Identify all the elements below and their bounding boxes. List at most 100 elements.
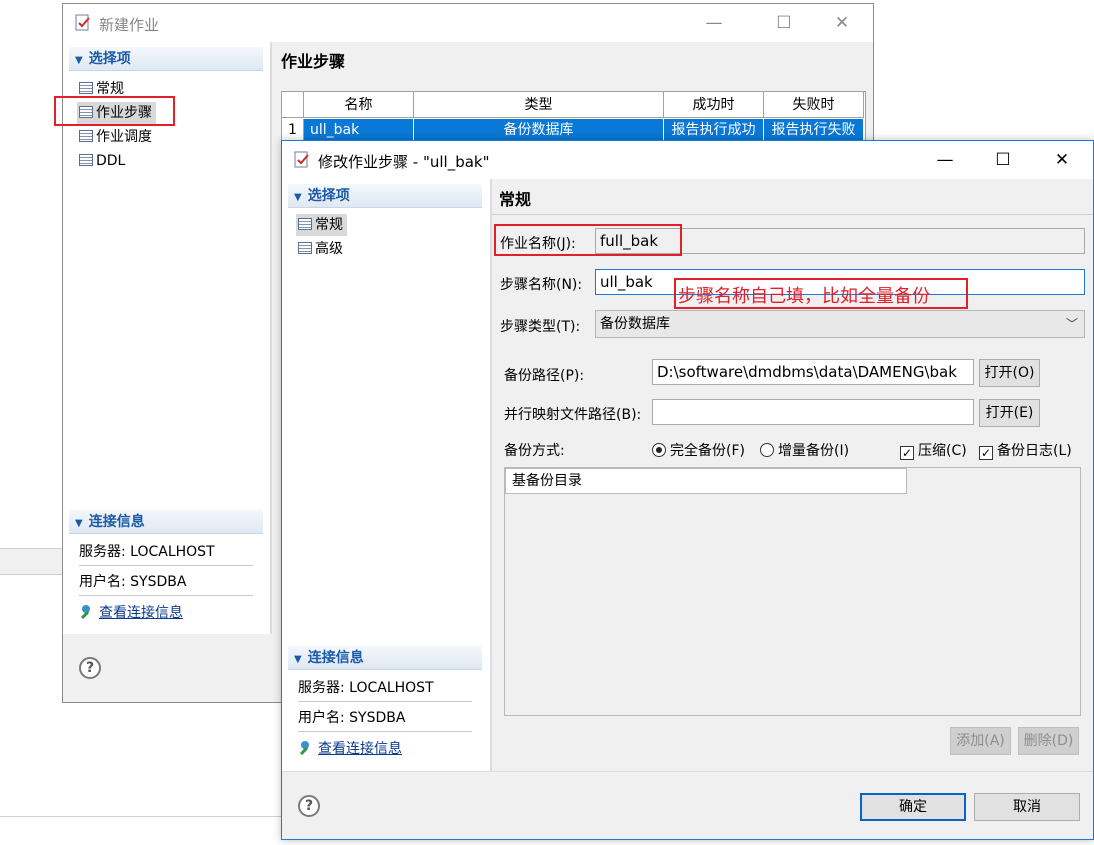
- select-value: 备份数据库: [600, 316, 670, 332]
- annotation-box: 步骤名称自己填，比如全量备份: [674, 278, 968, 309]
- section-label: 选择项: [307, 188, 350, 204]
- highlight-box: [54, 96, 175, 126]
- left-panel: ▼ 选择项 常规 高级 ▼ 连接信息 服务器: LOCALHOST 用户名: SYS…: [282, 179, 490, 771]
- table-cell-fail[interactable]: 报告执行失败: [764, 119, 864, 141]
- radio-label: 增量备份(I): [778, 443, 850, 459]
- checkbox-label: 备份日志(L): [997, 443, 1072, 459]
- panel-splitter[interactable]: [270, 42, 272, 634]
- highlight-box: [494, 224, 682, 256]
- options-section-header[interactable]: ▼ 选择项: [288, 184, 482, 208]
- background-strip: [0, 548, 64, 574]
- connection-icon: [299, 741, 309, 755]
- table-cell-name[interactable]: ull_bak: [304, 119, 414, 141]
- column-header-name[interactable]: 名称: [304, 92, 414, 118]
- page-icon: [79, 82, 93, 94]
- page-icon: [298, 218, 312, 230]
- view-connection-link[interactable]: 查看连接信息: [298, 738, 402, 758]
- cancel-button[interactable]: 取消: [974, 793, 1080, 821]
- nav-label: DDL: [96, 153, 126, 169]
- collapse-arrow-icon: ▼: [294, 654, 302, 665]
- connection-section-header[interactable]: ▼ 连接信息: [69, 510, 263, 534]
- step-type-select[interactable]: 备份数据库 ﹀: [595, 310, 1085, 338]
- open-backup-path-button[interactable]: 打开(O): [979, 359, 1040, 387]
- radio-icon: [760, 443, 774, 457]
- left-panel: ▼ 选择项 常规 作业步骤 作业调度 DDL ▼ 连接信息 服务器: LOCALHO…: [63, 42, 270, 634]
- background-strip: [0, 574, 64, 598]
- maximize-button[interactable]: ☐: [761, 4, 807, 42]
- backup-path-field[interactable]: D:\software\dmdbms\data\DAMENG\bak: [652, 359, 974, 385]
- radio-selected-icon: [652, 443, 666, 457]
- map-path-field[interactable]: [652, 399, 974, 425]
- link-label: 查看连接信息: [99, 605, 183, 621]
- link-label: 查看连接信息: [318, 741, 402, 757]
- close-button[interactable]: ✕: [819, 4, 865, 42]
- nav-label: 常规: [96, 81, 124, 97]
- user-info: 用户名: SYSDBA: [79, 568, 253, 596]
- edit-job-step-dialog: 修改作业步骤 - "ull_bak" — ☐ ✕ ▼ 选择项 常规 高级 ▼ 连接信…: [281, 140, 1094, 840]
- nav-item-ddl[interactable]: DDL: [77, 150, 125, 172]
- full-backup-radio[interactable]: 完全备份(F): [652, 440, 745, 460]
- page-icon: [79, 130, 93, 142]
- help-icon[interactable]: ?: [79, 657, 101, 679]
- background-divider: [0, 816, 282, 817]
- minimize-button[interactable]: —: [691, 4, 737, 42]
- title-bar: 新建作业 — ☐ ✕: [63, 4, 873, 42]
- checkbox-label: 压缩(C): [918, 443, 967, 459]
- radio-label: 完全备份(F): [670, 443, 745, 459]
- column-header-base-dir[interactable]: 基备份目录: [505, 468, 907, 494]
- step-name-label: 步骤名称(N):: [500, 277, 583, 293]
- table-cell-type[interactable]: 备份数据库: [414, 119, 664, 141]
- steps-grid: 名称 类型 成功时 失败时 1 ull_bak 备份数据库 报告执行成功 报告执…: [281, 91, 866, 143]
- base-backup-dir-list[interactable]: 基备份目录: [504, 467, 1081, 716]
- nav-label: 高级: [315, 241, 343, 257]
- column-header-type[interactable]: 类型: [414, 92, 664, 118]
- nav-label: 作业调度: [96, 129, 152, 145]
- ok-button[interactable]: 确定: [860, 793, 966, 821]
- view-connection-link[interactable]: 查看连接信息: [79, 602, 183, 622]
- map-path-label: 并行映射文件路径(B):: [504, 407, 642, 423]
- table-cell-success[interactable]: 报告执行成功: [664, 119, 764, 141]
- server-info: 服务器: LOCALHOST: [298, 674, 472, 702]
- incremental-backup-radio[interactable]: 增量备份(I): [760, 440, 849, 460]
- annotation-text: 步骤名称自己填，比如全量备份: [678, 286, 930, 307]
- step-type-label: 步骤类型(T):: [500, 319, 581, 335]
- dialog-title: 修改作业步骤 - "ull_bak": [318, 153, 490, 171]
- checkmark-icon: ✓: [979, 446, 993, 460]
- collapse-arrow-icon: ▼: [294, 192, 302, 203]
- row-number: 1: [282, 119, 304, 141]
- section-header: 常规: [492, 179, 1093, 215]
- panel-splitter[interactable]: [490, 179, 492, 771]
- chevron-down-icon: ﹀: [1065, 317, 1078, 331]
- column-header-fail[interactable]: 失败时: [764, 92, 864, 118]
- connection-icon: [80, 605, 90, 619]
- minimize-button[interactable]: —: [922, 141, 968, 179]
- collapse-arrow-icon: ▼: [75, 55, 83, 66]
- section-label: 连接信息: [307, 650, 364, 666]
- server-info: 服务器: LOCALHOST: [79, 538, 253, 566]
- nav-item-advanced[interactable]: 高级: [296, 238, 343, 260]
- maximize-button[interactable]: ☐: [980, 141, 1026, 179]
- page-icon: [79, 154, 93, 166]
- job-app-icon: [75, 14, 90, 31]
- delete-button[interactable]: 删除(D): [1018, 727, 1079, 755]
- backup-mode-label: 备份方式:: [504, 443, 565, 459]
- window-title: 新建作业: [99, 16, 160, 34]
- close-button[interactable]: ✕: [1039, 141, 1085, 179]
- help-icon[interactable]: ?: [298, 795, 320, 817]
- column-header-success[interactable]: 成功时: [664, 92, 764, 118]
- job-app-icon: [294, 151, 309, 168]
- open-map-path-button[interactable]: 打开(E): [979, 399, 1040, 427]
- title-bar: 修改作业步骤 - "ull_bak" — ☐ ✕: [282, 141, 1093, 179]
- nav-item-general[interactable]: 常规: [296, 214, 347, 236]
- compress-checkbox[interactable]: ✓ 压缩(C): [900, 440, 967, 460]
- page-title: 常规: [499, 190, 532, 209]
- nav-item-job-schedule[interactable]: 作业调度: [77, 126, 152, 148]
- add-button[interactable]: 添加(A): [950, 727, 1011, 755]
- options-section-header[interactable]: ▼ 选择项: [69, 47, 263, 71]
- backup-log-checkbox[interactable]: ✓ 备份日志(L): [979, 440, 1072, 460]
- page-title: 作业步骤: [281, 52, 346, 71]
- backup-path-label: 备份路径(P):: [504, 368, 585, 384]
- checkmark-icon: ✓: [900, 446, 914, 460]
- page-icon: [298, 242, 312, 254]
- connection-section-header[interactable]: ▼ 连接信息: [288, 646, 482, 670]
